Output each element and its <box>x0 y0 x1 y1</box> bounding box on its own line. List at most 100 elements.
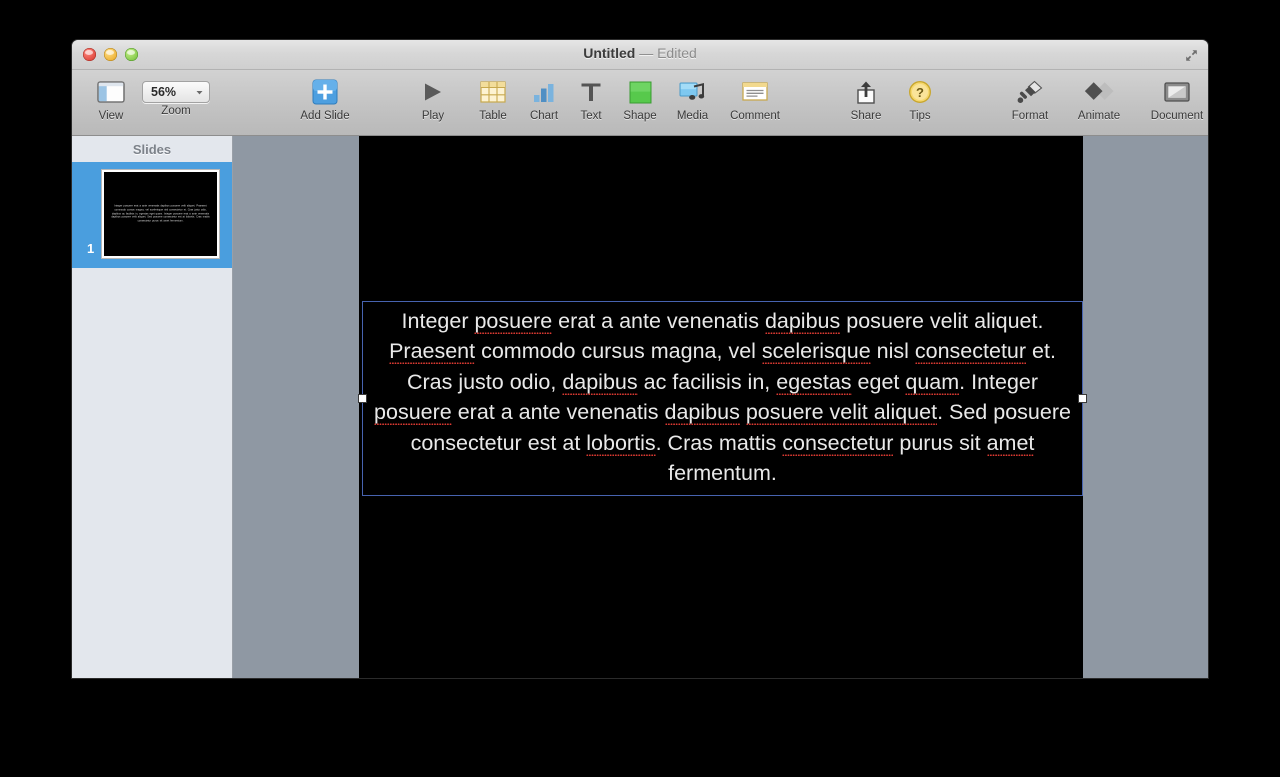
canvas-area[interactable]: Integer posuere erat a ante venenatis da… <box>233 136 1208 678</box>
text-run: eget <box>851 369 906 394</box>
animate-label: Animate <box>1077 110 1121 122</box>
text-label: Text <box>580 110 602 122</box>
chart-label: Chart <box>529 110 559 122</box>
text-run: fermentum. <box>668 461 777 486</box>
misspelled-word: scelerisque <box>761 339 871 364</box>
text-box[interactable]: Integer posuere erat a ante venenatis da… <box>358 301 1087 496</box>
misspelled-word: posuere <box>474 309 553 333</box>
text-run: posuere velit aliquet. <box>840 309 1044 333</box>
comment-button[interactable]: Comment <box>719 76 791 122</box>
view-panel-icon <box>97 76 125 108</box>
resize-handle-right[interactable] <box>1078 393 1087 403</box>
format-button[interactable]: Format <box>997 76 1063 122</box>
toolbar-group-play: Play <box>407 76 459 122</box>
window-title: Untitled — Edited <box>72 45 1208 61</box>
share-upload-icon <box>854 76 878 108</box>
media-button[interactable]: Media <box>666 76 719 122</box>
toolbar-group-inspectors: Format Animate Document <box>997 76 1208 122</box>
resize-handle-left[interactable] <box>358 393 367 403</box>
zoom-control[interactable]: 56% Zoom <box>136 76 216 117</box>
text-run: est at <box>521 430 587 455</box>
window-title-status: — Edited <box>635 45 697 61</box>
chart-button[interactable]: Chart <box>520 76 568 122</box>
question-mark-icon: ? <box>908 76 932 108</box>
play-label: Play <box>421 110 445 122</box>
tips-button[interactable]: ? Tips <box>895 76 945 122</box>
document-frame-icon <box>1164 76 1190 108</box>
slide-thumbnail-canvas: Integer posuere erat a ante venenatis da… <box>104 172 217 256</box>
toolbar-group-view: View 56% Zoom <box>86 76 216 122</box>
table-button[interactable]: Table <box>466 76 520 122</box>
keynote-window: Untitled — Edited View 56% Zoom Add Slid… <box>72 40 1208 678</box>
zoom-value: 56% <box>151 85 177 99</box>
slide-thumbnail[interactable]: Integer posuere erat a ante venenatis da… <box>102 170 219 258</box>
svg-text:?: ? <box>916 85 924 100</box>
text-run: commodo cursus magna, vel <box>475 339 762 364</box>
animate-diamonds-icon <box>1084 76 1114 108</box>
misspelled-word: egestas <box>776 369 852 394</box>
paintbrush-icon <box>1016 76 1044 108</box>
text-run: ac facilisis in, <box>637 369 777 394</box>
text-run: . Cras mattis <box>655 430 783 455</box>
misspelled-word: dapibus <box>562 369 638 394</box>
text-run: purus sit <box>893 430 987 455</box>
text-run: . Integer <box>959 369 1039 394</box>
document-label: Document <box>1150 110 1204 122</box>
toolbar: View 56% Zoom Add Slide Play Table Chart… <box>72 70 1208 136</box>
slide-thumbnail-item[interactable]: 1 Integer posuere erat a ante venenatis … <box>72 162 232 268</box>
zoom-label: Zoom <box>161 105 191 117</box>
green-square-shape-icon <box>629 76 652 108</box>
misspelled-word: quam <box>905 369 960 394</box>
media-music-icon <box>679 76 707 108</box>
table-icon <box>480 76 506 108</box>
bar-chart-icon <box>531 76 557 108</box>
text-run: Integer <box>401 309 475 333</box>
shape-label: Shape <box>623 110 657 122</box>
slide-number: 1 <box>87 241 95 256</box>
shape-button[interactable]: Shape <box>614 76 666 122</box>
view-button[interactable]: View <box>86 76 136 122</box>
expand-arrows-icon[interactable] <box>1184 48 1199 63</box>
slide-navigator: Slides 1 Integer posuere erat a ante ven… <box>72 136 233 678</box>
comment-label: Comment <box>730 110 780 122</box>
toolbar-group-insert: Table Chart Text Shape Media Comment <box>466 76 791 122</box>
text-run <box>740 400 746 424</box>
add-slide-label: Add Slide <box>300 110 350 122</box>
format-label: Format <box>1011 110 1049 122</box>
play-button[interactable]: Play <box>407 76 459 122</box>
text-run: nisl <box>870 339 915 364</box>
toolbar-group-add: Add Slide <box>278 76 372 122</box>
misspelled-word: dapibus <box>764 309 841 333</box>
slide-thumbnail-text: Integer posuere erat a ante venenatis da… <box>111 204 210 223</box>
add-slide-button[interactable]: Add Slide <box>278 76 372 122</box>
misspelled-word: consectetur <box>782 430 894 455</box>
misspelled-word: dapibus <box>664 400 740 425</box>
tips-label: Tips <box>909 110 931 122</box>
misspelled-word: lobortis <box>586 430 656 455</box>
text-run: erat a ante venenatis <box>451 400 665 425</box>
share-button[interactable]: Share <box>837 76 895 122</box>
misspelled-word: amet <box>986 430 1035 455</box>
misspelled-word: Praesent <box>389 339 476 364</box>
chevron-down-icon <box>196 90 203 94</box>
share-label: Share <box>850 110 882 122</box>
view-label: View <box>98 110 124 122</box>
document-button[interactable]: Document <box>1135 76 1208 122</box>
text-button[interactable]: Text <box>568 76 614 122</box>
media-label: Media <box>676 110 709 122</box>
toolbar-group-share: Share ? Tips <box>837 76 945 122</box>
text-t-icon <box>579 76 603 108</box>
misspelled-word: consectetur <box>914 339 1027 364</box>
slides-panel-header: Slides <box>72 136 232 162</box>
zoom-popup-button[interactable]: 56% <box>142 81 210 103</box>
screen: Untitled — Edited View 56% Zoom Add Slid… <box>0 0 1280 777</box>
comment-note-icon <box>742 76 768 108</box>
title-bar: Untitled — Edited <box>72 40 1208 70</box>
slide-canvas[interactable]: Integer posuere erat a ante venenatis da… <box>358 136 1087 678</box>
play-triangle-icon <box>420 76 446 108</box>
table-label: Table <box>479 110 507 122</box>
slide-body-text[interactable]: Integer posuere erat a ante venenatis da… <box>363 302 1082 488</box>
animate-button[interactable]: Animate <box>1063 76 1135 122</box>
text-run: erat a ante venenatis <box>552 309 765 333</box>
misspelled-word: posuere velit aliquet <box>745 400 938 425</box>
